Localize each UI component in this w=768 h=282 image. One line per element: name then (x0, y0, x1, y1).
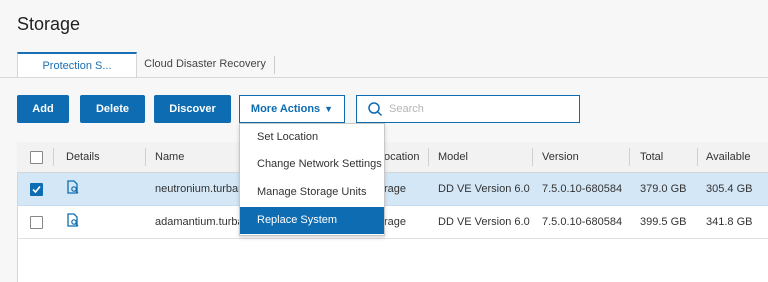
row-location: rage (384, 183, 407, 195)
row-available: 305.4 GB (706, 183, 753, 195)
row-name[interactable]: neutronium.turbam (155, 173, 239, 205)
row-total: 379.0 GB (640, 183, 687, 195)
row-checkbox[interactable] (30, 183, 43, 196)
details-icon[interactable] (66, 213, 80, 233)
column-header-available[interactable]: Available (706, 142, 750, 172)
row-model: DD VE Version 6.0 (438, 216, 530, 228)
search-input[interactable] (387, 100, 571, 118)
more-actions-label: More Actions (250, 103, 321, 115)
column-separator (629, 148, 630, 166)
select-all-checkbox[interactable] (30, 151, 43, 164)
details-icon[interactable] (66, 180, 80, 200)
more-actions-button[interactable]: More Actions ▼ (239, 95, 345, 123)
column-separator (428, 148, 429, 166)
column-separator (145, 148, 146, 166)
column-header-version[interactable]: Version (542, 142, 579, 172)
row-name[interactable]: adamantium.turbam (155, 206, 239, 238)
column-header-total[interactable]: Total (640, 142, 663, 172)
row-location: rage (384, 216, 407, 228)
menu-item-manage-storage-units[interactable]: Manage Storage Units (240, 179, 384, 206)
checkmark-icon (32, 185, 41, 194)
tab-divider (274, 56, 275, 74)
row-model: DD VE Version 6.0 (438, 183, 530, 195)
column-separator (697, 148, 698, 166)
column-header-details[interactable]: Details (66, 142, 100, 172)
page-title: Storage (17, 14, 81, 34)
column-header-model[interactable]: Model (438, 142, 468, 172)
menu-item-replace-system[interactable]: Replace System (240, 207, 384, 234)
column-separator (53, 148, 54, 166)
row-available: 341.8 GB (706, 216, 753, 228)
tabs-underline (0, 77, 768, 78)
column-header-name[interactable]: Name (155, 142, 184, 172)
column-header-location[interactable]: ocation (384, 142, 419, 172)
more-actions-menu: Set Location Change Network Settings Man… (239, 123, 385, 236)
row-version: 7.5.0.10-680584 (542, 216, 623, 228)
tab-cloud-disaster-recovery[interactable]: Cloud Disaster Recovery (136, 52, 274, 75)
discover-button[interactable]: Discover (154, 95, 231, 123)
menu-item-set-location[interactable]: Set Location (240, 124, 384, 151)
search-icon (368, 102, 383, 117)
delete-button[interactable]: Delete (80, 95, 145, 123)
tab-protection-storage[interactable]: Protection S... (17, 52, 137, 77)
menu-item-change-network-settings[interactable]: Change Network Settings (240, 151, 384, 178)
row-total: 399.5 GB (640, 216, 687, 228)
add-button[interactable]: Add (17, 95, 69, 123)
column-separator (532, 148, 533, 166)
caret-down-icon: ▼ (324, 104, 334, 114)
row-checkbox[interactable] (30, 216, 43, 229)
search-box[interactable] (356, 95, 580, 123)
row-version: 7.5.0.10-680584 (542, 183, 623, 195)
